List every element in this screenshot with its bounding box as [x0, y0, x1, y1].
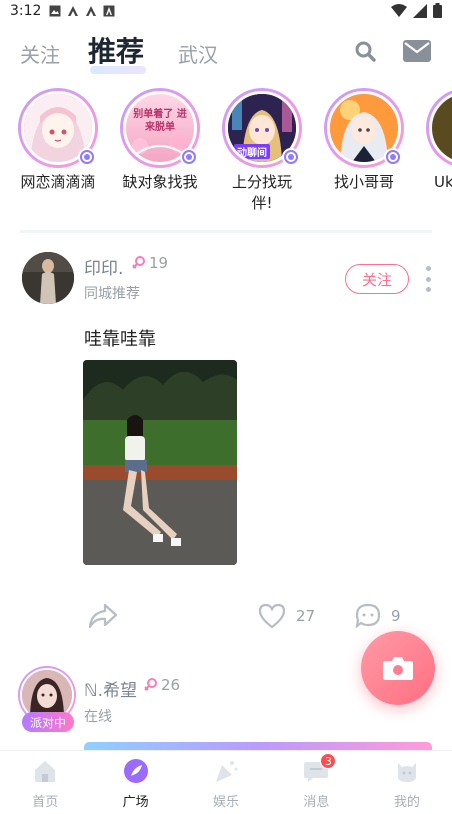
heart-icon [258, 603, 286, 629]
gender-age: 26 [143, 676, 180, 694]
post-text: 哇靠哇靠 [84, 329, 156, 350]
app-a-box-icon [103, 5, 115, 17]
like-button[interactable]: 27 [258, 603, 315, 629]
live-badge-icon [180, 148, 198, 166]
story-item[interactable]: 网恋滴滴滴 [10, 88, 106, 193]
author-age: 19 [149, 254, 169, 272]
post2-author-name[interactable]: ℕ.希望 [84, 676, 137, 701]
story-avatar-text: 动聊间 [234, 144, 270, 159]
status-system-icons [391, 3, 442, 22]
live-badge-icon [384, 148, 402, 166]
message-icon: 3 [302, 753, 337, 785]
female-icon [144, 678, 157, 691]
post-photo[interactable] [83, 360, 237, 565]
party-icon [212, 757, 240, 785]
story-item[interactable]: 别单着了 进来脱单 缺对象找我 [112, 88, 208, 193]
story-avatar-ring [426, 88, 452, 168]
image-icon [49, 5, 61, 17]
bottom-nav: 首页 广场 娱乐 3 消息 我的 [0, 750, 452, 814]
story-avatar-ring [18, 88, 98, 168]
like-count: 27 [296, 607, 316, 625]
nav-label: 广场 [122, 795, 149, 810]
profile-icon [393, 757, 421, 785]
nav-label: 消息 [303, 795, 330, 810]
wifi-icon [391, 3, 407, 22]
nav-label: 我的 [393, 795, 420, 810]
battery-icon [433, 3, 442, 22]
post-subtitle: 同城推荐 [84, 286, 140, 302]
status-bar: 3:12 [0, 0, 452, 22]
stories-row: 网恋滴滴滴 别单着了 进来脱单 缺对象找我 动聊间 上分找玩伴! 找小哥哥 Uk [0, 88, 452, 228]
app-a-icon [85, 5, 97, 17]
story-label: 缺对象找我 [122, 173, 198, 191]
story-label: 找小哥哥 [333, 173, 394, 191]
app-a-icon [67, 5, 79, 17]
more-options-icon[interactable] [426, 266, 432, 292]
comment-button[interactable]: 9 [355, 603, 401, 629]
live-badge-icon [78, 148, 96, 166]
post-avatar[interactable] [22, 252, 74, 304]
story-avatar-ring: 别单着了 进来脱单 [120, 88, 200, 168]
nav-label: 娱乐 [213, 795, 240, 810]
unread-badge: 3 [320, 753, 337, 769]
camera-icon [383, 657, 413, 680]
tab-follow[interactable]: 关注 [20, 39, 60, 68]
search-icon[interactable] [354, 40, 376, 62]
female-icon [132, 256, 145, 269]
nav-entertainment[interactable]: 娱乐 [181, 751, 271, 814]
comment-icon [355, 603, 381, 629]
status-time: 3:12 [10, 3, 42, 19]
mail-icon[interactable] [403, 40, 431, 62]
nav-messages[interactable]: 3 消息 [271, 751, 361, 814]
story-item[interactable]: 动聊间 上分找玩伴! [214, 88, 310, 214]
party-status-tag: 派对中 [22, 712, 74, 732]
online-status: 在线 [84, 709, 112, 725]
follow-button[interactable]: 关注 [345, 264, 409, 294]
feather-icon [122, 757, 150, 785]
nav-profile[interactable]: 我的 [362, 751, 452, 814]
comment-count: 9 [391, 607, 401, 625]
camera-post-button[interactable] [361, 631, 435, 705]
tab-recommend[interactable]: 推荐 [88, 30, 144, 70]
share-icon[interactable] [88, 603, 118, 629]
tab-city[interactable]: 武汉 [178, 39, 218, 68]
story-label: 网恋滴滴滴 [20, 173, 96, 191]
nav-home[interactable]: 首页 [0, 751, 90, 814]
story-item[interactable]: 找小哥哥 [316, 88, 412, 193]
home-icon [31, 757, 59, 785]
story-avatar [429, 91, 452, 165]
story-avatar-text: 别单着了 进来脱单 [133, 109, 187, 133]
author-age: 26 [161, 676, 181, 694]
story-avatar-ring: 动聊间 [222, 88, 302, 168]
status-notification-icons [49, 5, 115, 17]
nav-square[interactable]: 广场 [90, 751, 180, 814]
story-label: 上分找玩伴! [231, 173, 292, 212]
signal-icon [413, 3, 427, 22]
top-nav: 关注 推荐 武汉 [0, 28, 452, 74]
section-divider [20, 230, 432, 233]
live-badge-icon [282, 148, 300, 166]
gender-age: 19 [131, 254, 168, 272]
story-item[interactable]: Uk [418, 88, 452, 193]
post-author-name[interactable]: 印印. [84, 254, 123, 279]
story-avatar-ring [324, 88, 404, 168]
nav-label: 首页 [32, 795, 59, 810]
story-label: Uk [434, 173, 452, 191]
